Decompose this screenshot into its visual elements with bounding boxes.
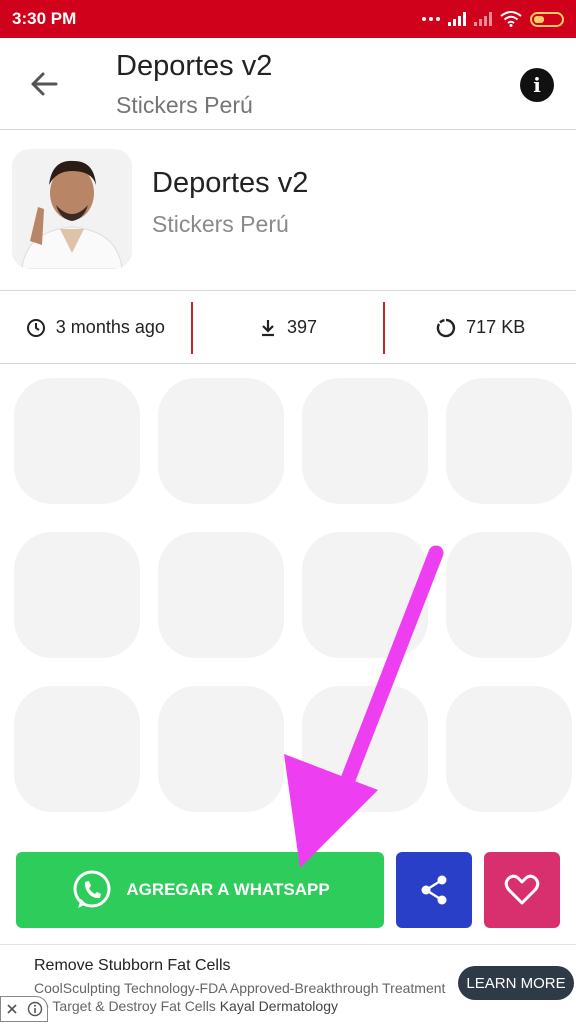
- sticker-1[interactable]: [14, 378, 140, 504]
- arrow-back-icon[interactable]: [26, 66, 62, 102]
- signal-secondary-icon: [474, 12, 492, 26]
- sticker-2[interactable]: [158, 378, 284, 504]
- stat-size: 717 KB: [385, 317, 576, 338]
- ad-learn-more-button[interactable]: LEARN MORE: [458, 966, 574, 1000]
- download-icon: [261, 319, 274, 336]
- add-to-whatsapp-label: AGREGAR A WHATSAPP: [126, 880, 330, 899]
- signal-icon: [448, 12, 466, 26]
- clock-icon: [26, 318, 45, 337]
- heart-icon: [504, 874, 540, 905]
- pack-title: Deportes v2: [152, 167, 309, 199]
- toolbar: Deportes v2 Stickers Perú i: [0, 38, 576, 130]
- ad-body: CoolSculpting Technology-FDA Approved-Br…: [34, 979, 454, 1015]
- status-bar: 3:30 PM: [0, 0, 576, 38]
- toolbar-title: Deportes v2: [116, 50, 273, 82]
- sticker-8[interactable]: [446, 532, 572, 658]
- status-icons: [422, 11, 564, 27]
- stat-size-value: 717 KB: [466, 317, 526, 337]
- whatsapp-icon: [73, 870, 111, 908]
- sticker-12[interactable]: [446, 686, 572, 812]
- sticker-4[interactable]: [446, 378, 572, 504]
- storage-icon: [436, 318, 456, 337]
- stat-updated-value: 3 months ago: [55, 317, 165, 337]
- sticker-5[interactable]: [14, 532, 140, 658]
- info-icon[interactable]: i: [520, 68, 554, 102]
- share-button[interactable]: [396, 852, 472, 928]
- favorite-button[interactable]: [484, 852, 560, 928]
- pack-publisher: Stickers Perú: [152, 211, 289, 237]
- tray-icon-image: [12, 149, 132, 269]
- notification-dots-icon: [422, 17, 440, 21]
- battery-icon: [530, 11, 564, 27]
- pack-stats: 3 months ago 397 717 KB: [0, 292, 576, 364]
- sticker-7[interactable]: [302, 532, 428, 658]
- status-time: 3:30 PM: [12, 9, 77, 28]
- stat-updated: 3 months ago: [0, 317, 191, 338]
- stat-downloads: 397: [193, 317, 384, 338]
- ad-advertiser: Kayal Dermatology: [219, 998, 338, 1014]
- sticker-6[interactable]: [158, 532, 284, 658]
- tray-photo-icon: [12, 149, 132, 269]
- ad-info-icon: [27, 1001, 42, 1017]
- add-to-whatsapp-button[interactable]: AGREGAR A WHATSAPP: [16, 852, 384, 928]
- toolbar-subtitle: Stickers Perú: [116, 92, 253, 118]
- sticker-9[interactable]: [14, 686, 140, 812]
- stat-downloads-value: 397: [286, 317, 318, 337]
- close-icon: [6, 1004, 17, 1014]
- ad-title: Remove Stubborn Fat Cells: [34, 957, 231, 974]
- ad-choices-icon[interactable]: [0, 996, 48, 1022]
- sticker-10[interactable]: [158, 686, 284, 812]
- sticker-3[interactable]: [302, 378, 428, 504]
- sticker-11[interactable]: [302, 686, 428, 812]
- wifi-icon: [500, 11, 522, 27]
- pack-header: Deportes v2 Stickers Perú: [0, 131, 576, 291]
- share-icon: [421, 875, 447, 905]
